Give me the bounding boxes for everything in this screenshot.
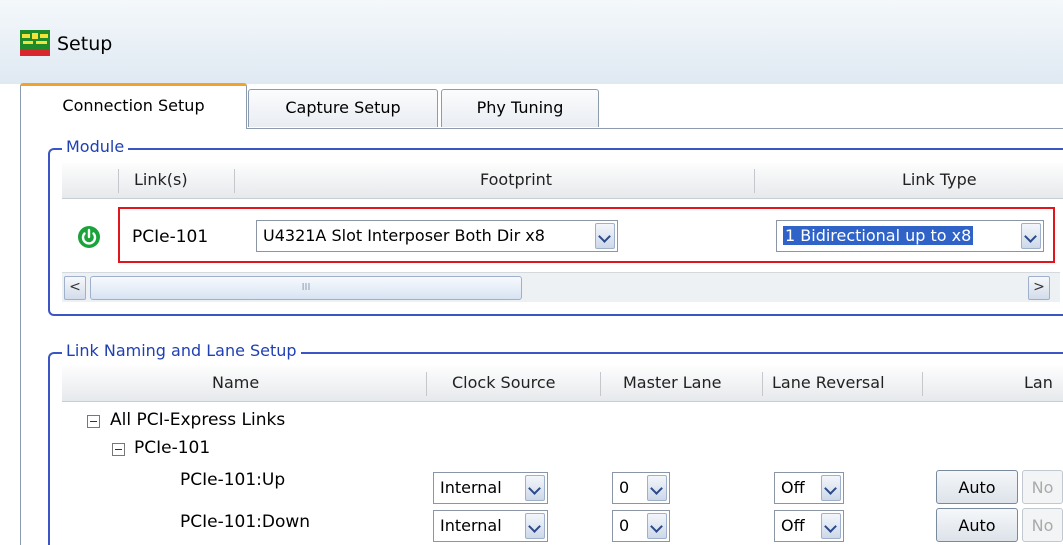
tab-connection-setup[interactable]: Connection Setup — [20, 83, 247, 129]
master-lane-select-down[interactable]: 0 — [612, 510, 670, 542]
tree-link-label[interactable]: PCIe-101 — [134, 438, 210, 458]
chevron-down-icon[interactable] — [647, 513, 667, 539]
tab-capture-setup[interactable]: Capture Setup — [248, 89, 438, 127]
lane-table-header: Name Clock Source Master Lane Lane Rever… — [62, 366, 1063, 402]
tab-phy-tuning[interactable]: Phy Tuning — [441, 89, 599, 127]
clock-source-select-down[interactable]: Internal — [433, 510, 548, 542]
no-button-down[interactable]: No — [1022, 508, 1063, 542]
scroll-left-icon[interactable]: < — [64, 276, 86, 300]
lane-reversal-select-up[interactable]: Off — [774, 472, 844, 504]
column-header-name[interactable]: Name — [212, 366, 259, 401]
column-header-lane-reversal[interactable]: Lane Reversal — [772, 366, 885, 401]
module-table-header: Link(s) Footprint Link Type — [62, 163, 1063, 199]
chevron-down-icon[interactable] — [821, 475, 841, 501]
window-title: Setup — [57, 33, 113, 55]
lane-reversal-value: Off — [781, 478, 805, 497]
auto-button-down[interactable]: Auto — [936, 508, 1018, 542]
chevron-down-icon[interactable] — [821, 513, 841, 539]
chevron-down-icon[interactable] — [525, 475, 545, 501]
master-lane-value: 0 — [619, 478, 630, 497]
clock-source-value: Internal — [440, 516, 502, 535]
lane-row-name-down[interactable]: PCIe-101:Down — [180, 512, 310, 532]
column-header-lane[interactable]: Lan — [1024, 366, 1053, 401]
lane-reversal-value: Off — [781, 516, 805, 535]
chevron-down-icon[interactable] — [1021, 223, 1041, 249]
tab-label: Phy Tuning — [476, 98, 564, 117]
tab-label: Capture Setup — [285, 98, 401, 117]
tab-label: Connection Setup — [62, 96, 205, 115]
link-type-select[interactable]: 1 Bidirectional up to x8 — [776, 220, 1044, 252]
column-header-clock-source[interactable]: Clock Source — [452, 366, 556, 401]
scroll-thumb[interactable]: III — [90, 276, 522, 300]
footprint-value: U4321A Slot Interposer Both Dir x8 — [263, 226, 545, 245]
clock-source-select-up[interactable]: Internal — [433, 472, 548, 504]
column-header-link-type[interactable]: Link Type — [902, 163, 977, 198]
column-header-links[interactable]: Link(s) — [134, 163, 188, 198]
setup-app-icon — [20, 30, 50, 56]
auto-button-up[interactable]: Auto — [936, 470, 1018, 504]
collapse-icon[interactable] — [112, 443, 125, 456]
master-lane-value: 0 — [619, 516, 630, 535]
column-separator — [754, 169, 755, 193]
column-separator — [234, 169, 235, 193]
column-separator — [426, 372, 427, 396]
chevron-down-icon[interactable] — [525, 513, 545, 539]
lane-setup-group-title: Link Naming and Lane Setup — [62, 341, 301, 360]
column-header-master-lane[interactable]: Master Lane — [623, 366, 721, 401]
master-lane-select-up[interactable]: 0 — [612, 472, 670, 504]
no-button-up[interactable]: No — [1022, 470, 1063, 504]
lane-reversal-select-down[interactable]: Off — [774, 510, 844, 542]
column-separator — [922, 372, 923, 396]
scroll-right-icon[interactable]: > — [1028, 276, 1050, 300]
chevron-down-icon[interactable] — [647, 475, 667, 501]
column-header-footprint[interactable]: Footprint — [480, 163, 552, 198]
column-separator — [118, 169, 119, 193]
footprint-select[interactable]: U4321A Slot Interposer Both Dir x8 — [256, 220, 618, 252]
collapse-icon[interactable] — [87, 415, 100, 428]
module-link-name: PCIe-101 — [132, 227, 209, 247]
column-separator — [600, 372, 601, 396]
clock-source-value: Internal — [440, 478, 502, 497]
power-on-icon — [78, 226, 100, 248]
lane-row-name-up[interactable]: PCIe-101:Up — [180, 470, 285, 490]
link-type-value: 1 Bidirectional up to x8 — [783, 226, 974, 245]
module-group-title: Module — [62, 137, 129, 156]
column-separator — [762, 372, 763, 396]
title-bar: Setup — [0, 0, 1063, 84]
tree-root-label[interactable]: All PCI-Express Links — [110, 410, 285, 430]
chevron-down-icon[interactable] — [595, 223, 615, 249]
module-horizontal-scrollbar[interactable]: < III > — [62, 272, 1060, 302]
